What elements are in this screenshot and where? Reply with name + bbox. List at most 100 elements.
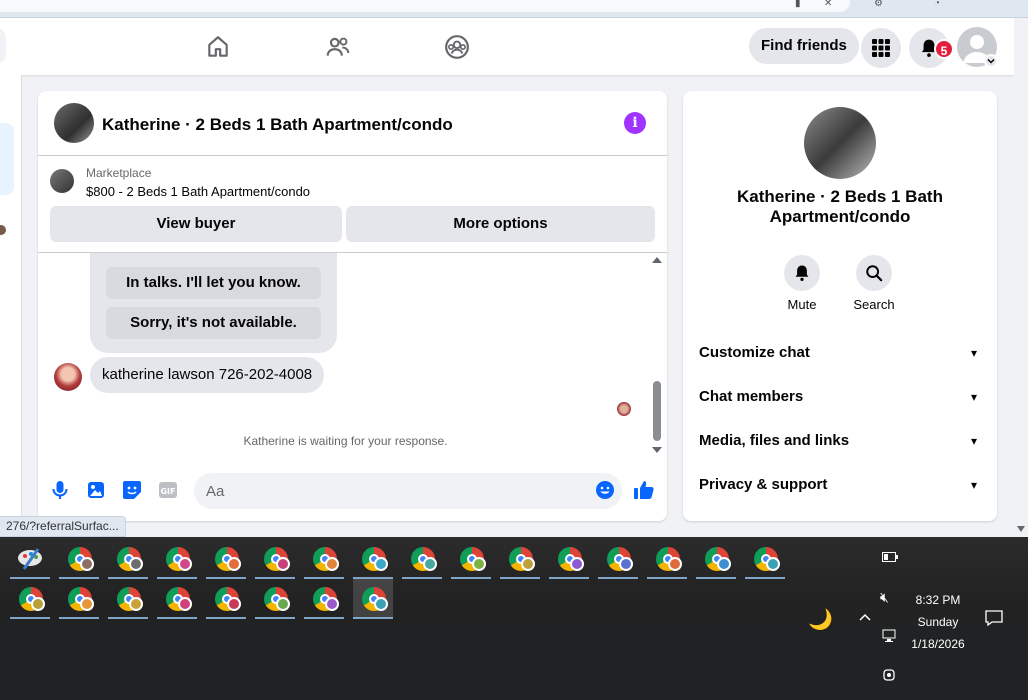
- microphone-icon[interactable]: [49, 479, 71, 501]
- chevron-down-icon[interactable]: ▾: [971, 335, 977, 371]
- chevron-down-icon[interactable]: ▾: [971, 379, 977, 415]
- waiting-notice: Katherine is waiting for your response.: [243, 434, 448, 448]
- chat-header: Katherine · 2 Beds 1 Bath Apartment/cond…: [38, 91, 667, 156]
- notification-center-icon[interactable]: [985, 609, 1003, 630]
- taskbar-chrome-profile[interactable]: [206, 579, 246, 619]
- more-options-button[interactable]: More options: [346, 206, 655, 242]
- extension-icon[interactable]: ▮: [795, 0, 801, 10]
- chevron-up-icon[interactable]: [858, 611, 872, 625]
- quick-reply-not-available[interactable]: Sorry, it's not available.: [106, 307, 321, 339]
- taskbar-app-paint[interactable]: [10, 539, 50, 579]
- mute-label: Mute: [787, 297, 817, 312]
- taskbar-chrome-profile[interactable]: [549, 539, 589, 579]
- message-bubble: katherine lawson 726-202-4008: [90, 357, 325, 393]
- chevron-down-icon[interactable]: [984, 54, 998, 68]
- home-icon[interactable]: [201, 30, 235, 64]
- view-buyer-button[interactable]: View buyer: [50, 206, 342, 242]
- marketplace-banner: Marketplace $800 - 2 Beds 1 Bath Apartme…: [38, 156, 667, 253]
- taskbar-chrome-profile[interactable]: [402, 539, 442, 579]
- chat-window: Katherine · 2 Beds 1 Bath Apartment/cond…: [38, 91, 667, 521]
- taskbar-chrome-profile[interactable]: [696, 539, 736, 579]
- find-friends-button[interactable]: Find friends: [749, 28, 859, 64]
- seen-indicator-avatar: [617, 402, 631, 416]
- groups-icon[interactable]: [440, 30, 474, 64]
- taskbar-chrome-profile[interactable]: [255, 579, 295, 619]
- bell-icon[interactable]: [784, 255, 820, 291]
- privacy-support-section[interactable]: Privacy & support ▾: [699, 467, 981, 503]
- friends-icon[interactable]: [321, 30, 355, 64]
- svg-text:GIF: GIF: [160, 487, 175, 496]
- taskbar-chrome-profile[interactable]: [157, 539, 197, 579]
- taskbar-chrome-profile[interactable]: [10, 579, 50, 619]
- battery-icon[interactable]: [882, 551, 898, 565]
- sticker-icon[interactable]: [121, 479, 143, 501]
- address-bar[interactable]: [0, 0, 850, 12]
- gif-icon[interactable]: GIF: [157, 479, 179, 501]
- clock[interactable]: 8:32 PM Sunday 1/18/2026: [904, 589, 972, 655]
- search-box[interactable]: [0, 28, 6, 64]
- taskbar-chrome-profile[interactable]: [451, 539, 491, 579]
- scrollbar-thumb[interactable]: [653, 381, 661, 441]
- left-sidebar: [0, 75, 22, 537]
- section-label: Chat members: [699, 388, 804, 405]
- emoji-icon[interactable]: [594, 479, 616, 501]
- media-files-links-section[interactable]: Media, files and links ▾: [699, 423, 981, 459]
- browser-address-strip: ▮ ✕ ⚙ ◔: [0, 0, 1028, 18]
- photo-icon[interactable]: [85, 479, 107, 501]
- settings-icon[interactable]: ⚙: [874, 0, 883, 10]
- like-thumbs-up-icon[interactable]: [633, 479, 655, 501]
- info-panel-title: Katherine · 2 Beds 1 Bath Apartment/cond…: [737, 187, 943, 226]
- scroll-down-arrow-icon[interactable]: [652, 447, 662, 453]
- listing-price-title[interactable]: $800 - 2 Beds 1 Bath Apartment/condo: [86, 184, 310, 199]
- clock-date: 1/18/2026: [911, 637, 965, 651]
- chat-title[interactable]: Katherine · 2 Beds 1 Bath Apartment/cond…: [102, 115, 453, 135]
- close-tab-icon[interactable]: ✕: [824, 0, 832, 10]
- volume-muted-icon[interactable]: 🔇︎: [880, 589, 889, 606]
- search-icon[interactable]: [856, 255, 892, 291]
- taskbar-chrome-profile[interactable]: [598, 539, 638, 579]
- taskbar-chrome-profile[interactable]: [206, 539, 246, 579]
- taskbar-chrome-profile-active[interactable]: [353, 579, 393, 619]
- meeting-camera-icon[interactable]: [882, 667, 896, 686]
- message-scrollbar[interactable]: [650, 253, 664, 461]
- search-action[interactable]: Search: [834, 255, 914, 312]
- listing-photo[interactable]: [804, 107, 876, 179]
- contact-avatar[interactable]: [0, 225, 6, 235]
- taskbar-chrome-profile[interactable]: [353, 539, 393, 579]
- scroll-up-arrow-icon[interactable]: [652, 257, 662, 263]
- taskbar-chrome-profile[interactable]: [255, 539, 295, 579]
- taskbar-chrome-profile[interactable]: [304, 579, 344, 619]
- message-input[interactable]: [194, 473, 622, 509]
- taskbar-chrome-profile[interactable]: [59, 579, 99, 619]
- chat-members-section[interactable]: Chat members ▾: [699, 379, 981, 415]
- listing-small-thumbnail[interactable]: [50, 169, 74, 193]
- windows-taskbar: 🔇︎ 🌙 8:32 PM Sunday 1/18/2026: [0, 537, 1028, 700]
- customize-chat-section[interactable]: Customize chat ▾: [699, 335, 981, 371]
- taskbar-chrome-profile[interactable]: [647, 539, 687, 579]
- notification-badge: 5: [934, 39, 954, 59]
- selected-conversation-indicator[interactable]: [0, 123, 14, 195]
- menu-grid-icon[interactable]: [861, 28, 901, 68]
- help-icon[interactable]: ◔: [934, 0, 940, 10]
- taskbar-chrome-profile[interactable]: [745, 539, 785, 579]
- message-list: In talks. I'll let you know. Sorry, it's…: [38, 253, 667, 461]
- taskbar-chrome-profile[interactable]: [108, 539, 148, 579]
- listing-thumbnail[interactable]: [54, 103, 94, 143]
- network-icon[interactable]: [882, 629, 898, 646]
- search-label: Search: [853, 297, 895, 312]
- quick-reply-in-talks[interactable]: In talks. I'll let you know.: [106, 267, 321, 299]
- taskbar-chrome-profile[interactable]: [157, 579, 197, 619]
- night-light-moon-icon[interactable]: 🌙: [808, 607, 833, 632]
- taskbar-chrome-profile[interactable]: [304, 539, 344, 579]
- info-icon[interactable]: i: [624, 112, 646, 134]
- taskbar-chrome-profile[interactable]: [108, 579, 148, 619]
- chevron-down-icon[interactable]: ▾: [971, 467, 977, 503]
- section-label: Customize chat: [699, 344, 810, 361]
- top-navigation-bar: Find friends 5: [0, 18, 1014, 75]
- sender-avatar[interactable]: [54, 363, 82, 391]
- chevron-down-icon[interactable]: ▾: [971, 423, 977, 459]
- taskbar-chrome-profile[interactable]: [500, 539, 540, 579]
- page-scrollbar[interactable]: [1014, 18, 1028, 537]
- mute-action[interactable]: Mute: [762, 255, 842, 312]
- taskbar-chrome-profile[interactable]: [59, 539, 99, 579]
